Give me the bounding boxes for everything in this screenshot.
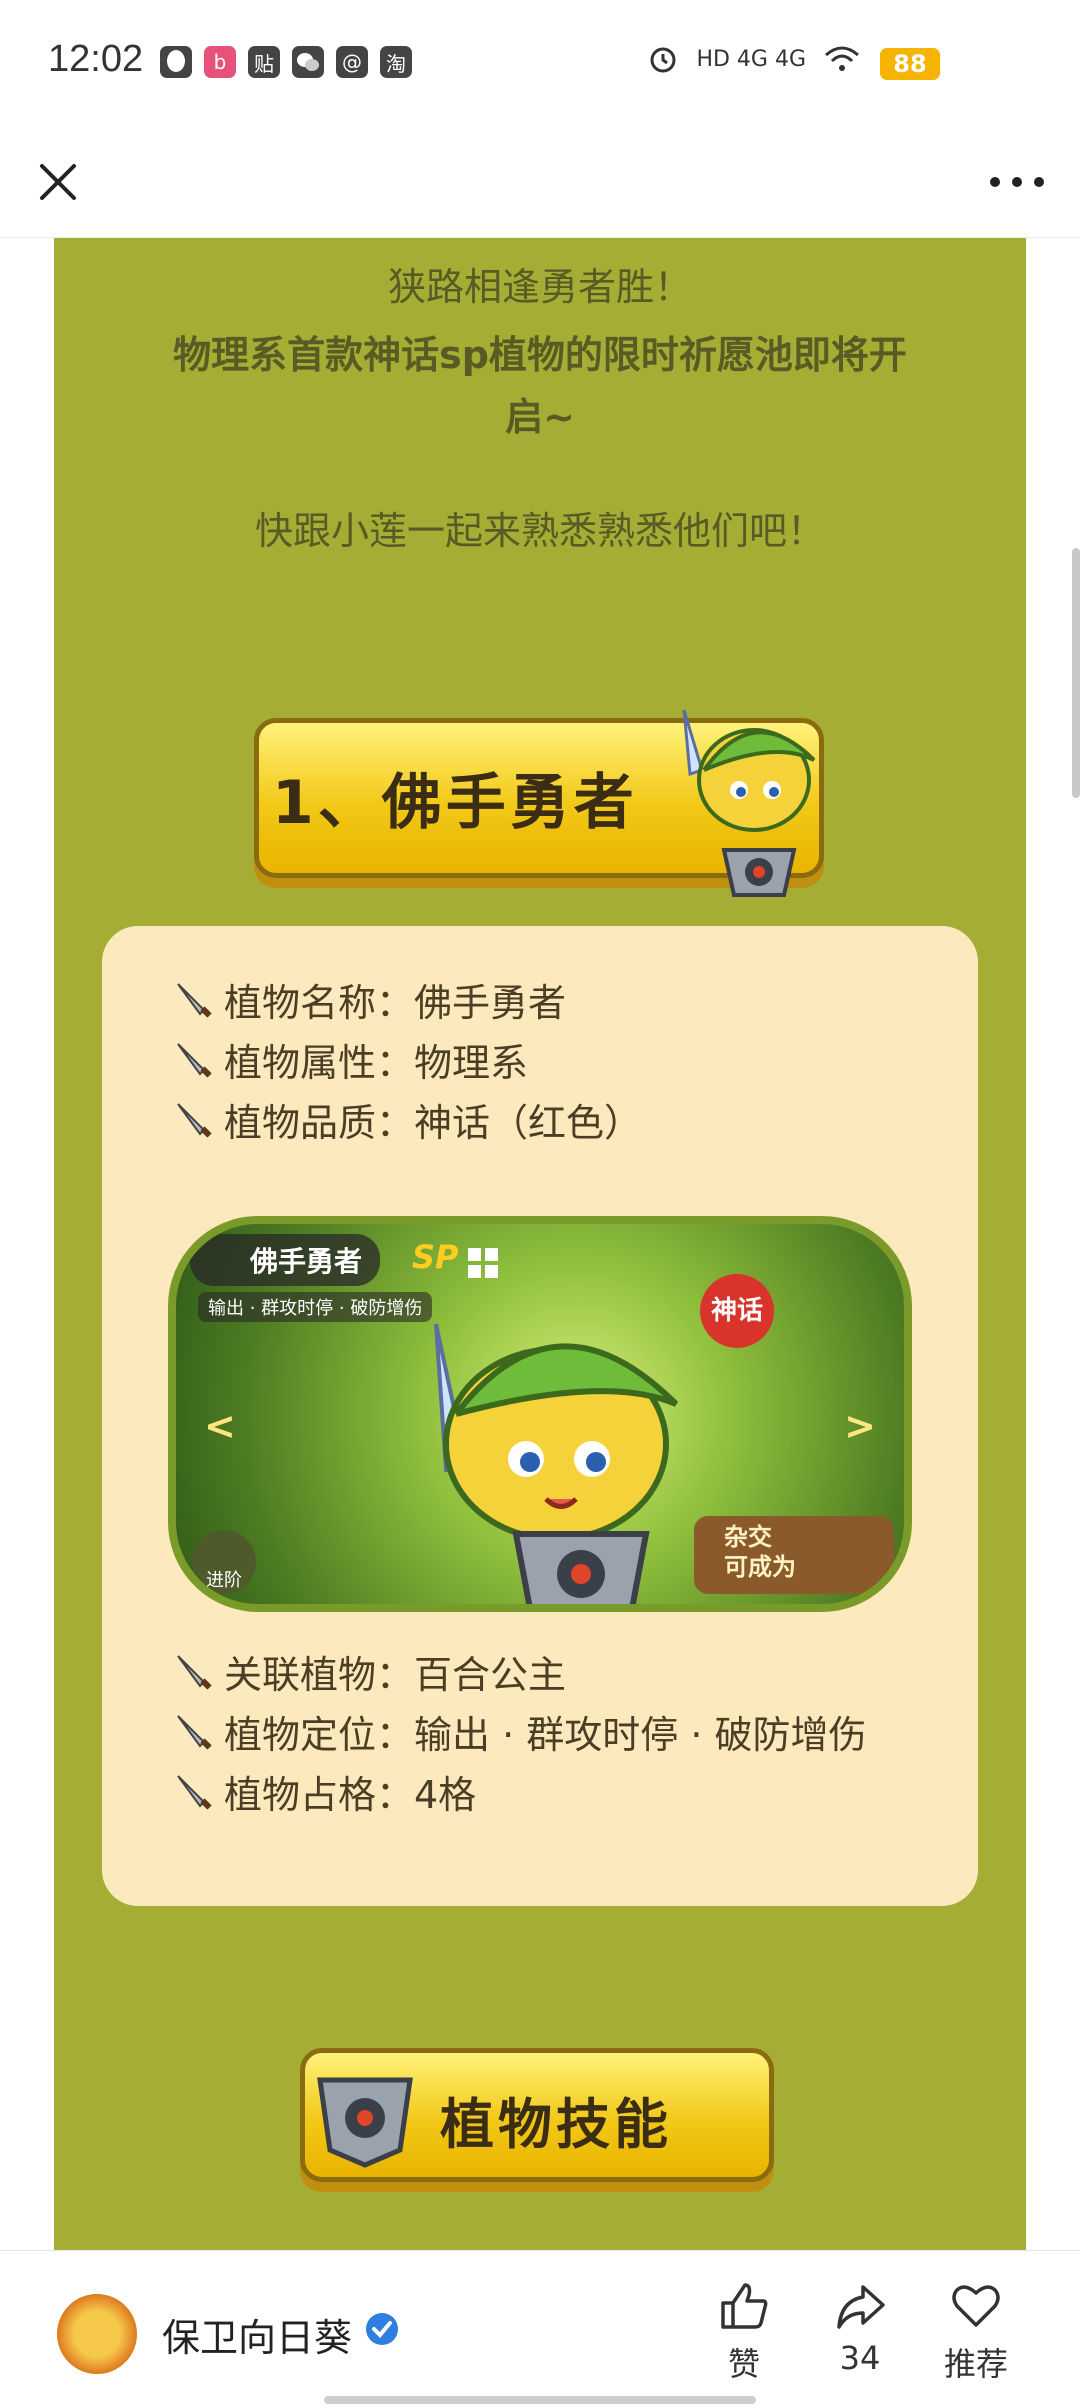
prev-arrow-icon[interactable]: < (204, 1404, 236, 1448)
info-row-position: 植物定位：输出 · 群攻时停 · 破防增伤 (174, 1704, 866, 1759)
network-text: HD 4G 4G (696, 46, 806, 72)
close-icon (40, 164, 76, 200)
sp-badge: SP (412, 1238, 459, 1276)
grid-icon (468, 1248, 498, 1278)
article-line-2: 物理系首款神话sp植物的限时祈愿池即将开 (173, 333, 907, 377)
author-name[interactable]: 保卫向日葵 (162, 2307, 352, 2362)
knife-icon (177, 982, 212, 1018)
battery-indicator: 88 (880, 48, 940, 80)
more-dots-icon (990, 177, 1000, 187)
close-button[interactable] (28, 152, 88, 212)
article-line-1: 狭路相逢勇者胜！ (387, 265, 692, 309)
banner-title: 1、佛手勇者 (272, 768, 638, 838)
section-banner-hero: 1、佛手勇者 (254, 709, 824, 897)
wechat-icon (292, 46, 324, 78)
status-bar: 12:02 b 贴 @ 淘 HD 4G 4G 88 (0, 0, 1080, 130)
home-indicator[interactable] (324, 2396, 756, 2404)
status-app-icons: b 贴 @ 淘 (160, 46, 412, 78)
shot-plant-name: 佛手勇者 (190, 1234, 381, 1286)
info-row-grid-size: 植物占格：4格 (174, 1764, 476, 1819)
top-navigation (0, 130, 1080, 238)
status-indicators: HD 4G 4G (648, 44, 860, 74)
scrollbar[interactable] (1072, 548, 1080, 798)
bilibili-icon: b (204, 46, 236, 78)
share-button[interactable]: 34 (810, 2279, 910, 2377)
plant-game-screenshot[interactable]: 佛手勇者 SP 输出 · 群攻时停 · 破防增伤 神话 < > 进阶 杂交 可成… (168, 1216, 912, 1612)
hero-character-icon (434, 1323, 679, 1604)
like-label: 赞 (727, 2345, 760, 2383)
knife-icon (177, 1102, 212, 1138)
share-icon (837, 2285, 885, 2329)
knife-icon (177, 1654, 212, 1690)
author-avatar[interactable] (54, 2291, 140, 2377)
info-row-name: 植物名称：佛手勇者 (174, 972, 566, 1027)
hero-mascot-icon (682, 709, 816, 897)
at-icon: @ (336, 46, 368, 78)
alarm-icon (650, 47, 676, 73)
share-count: 34 (839, 2339, 881, 2377)
like-button[interactable]: 赞 (694, 2279, 794, 2385)
section-banner-skills: 植物技能 (300, 2048, 774, 2182)
hybrid-badge: 杂交 可成为 (694, 1516, 894, 1594)
verified-badge-icon (366, 2313, 398, 2345)
status-time: 12:02 (48, 38, 144, 80)
knife-icon (177, 1042, 212, 1078)
recommend-button[interactable]: 推荐 (926, 2279, 1026, 2385)
banner-title: 植物技能 (440, 2093, 672, 2156)
taobao-icon: 淘 (380, 46, 412, 78)
plant-info-card: 植物名称：佛手勇者 植物属性：物理系 植物品质：神话（红色） 佛手勇者 SP 输… (102, 926, 978, 1906)
article-line-3: 启~ (505, 395, 575, 439)
knife-icon (177, 1774, 212, 1810)
info-row-related: 关联植物：百合公主 (174, 1644, 566, 1699)
wifi-icon (825, 46, 859, 71)
article-content: 狭路相逢勇者胜！ 物理系首款神话sp植物的限时祈愿池即将开 启~ 快跟小莲一起来… (54, 238, 1026, 2250)
heart-icon (952, 2285, 1000, 2327)
next-arrow-icon[interactable]: > (844, 1404, 876, 1448)
recommend-label: 推荐 (943, 2345, 1008, 2383)
knife-icon (177, 1714, 212, 1750)
tieba-icon: 贴 (248, 46, 280, 78)
article-line-4: 快跟小莲一起来熟悉熟悉他们吧！ (254, 509, 825, 553)
bottom-action-bar: 保卫向日葵 赞 34 推荐 (0, 2250, 1080, 2408)
more-options-button[interactable] (982, 152, 1052, 212)
advance-button[interactable]: 进阶 (192, 1530, 256, 1594)
thumbs-up-icon (721, 2283, 768, 2329)
shield-icon (317, 2077, 413, 2168)
info-row-attribute: 植物属性：物理系 (174, 1032, 528, 1087)
info-row-quality: 植物品质：神话（红色） (174, 1092, 642, 1147)
qq-icon (160, 46, 192, 78)
